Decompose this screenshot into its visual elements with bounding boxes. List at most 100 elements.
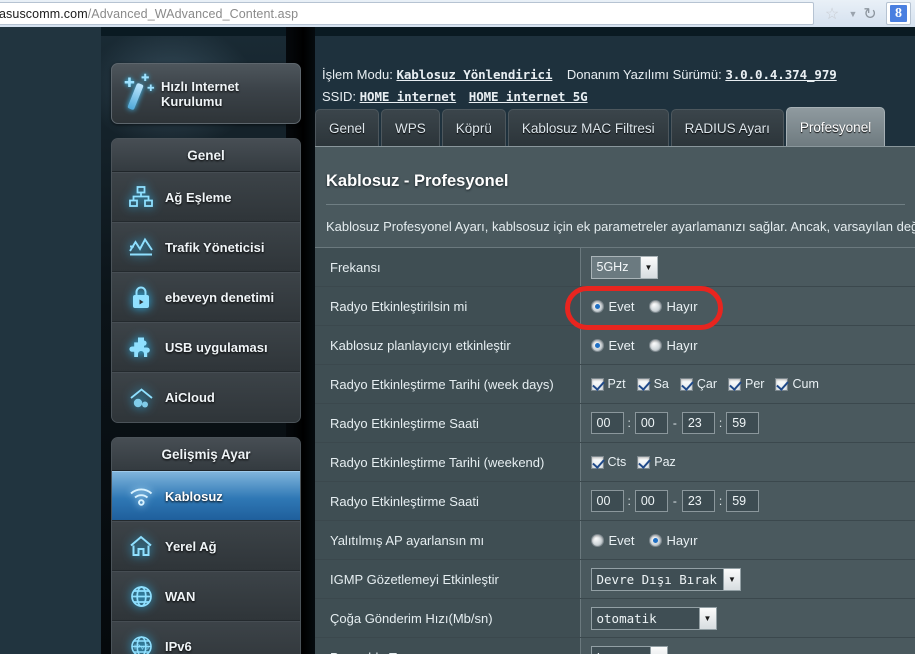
url-path: /Advanced_WAdvanced_Content.asp [87, 6, 299, 21]
tab-kopru[interactable]: Köprü [441, 109, 506, 146]
extension-icon: 8 [890, 5, 907, 22]
frequency-select[interactable]: 5GHz ▼ [590, 255, 658, 279]
weekend-start-minute-input[interactable]: 00 [634, 490, 668, 512]
browser-chrome: asuscomm.com/Advanced_WAdvanced_Content.… [0, 0, 915, 27]
radio-label: Evet [608, 298, 635, 314]
weekend-checkbox-group: Cts Paz [590, 455, 915, 469]
weekday-start-hour-input[interactable]: 00 [590, 412, 624, 434]
sidebar-item-wireless[interactable]: Kablosuz [112, 471, 300, 521]
puzzle-icon [123, 331, 159, 363]
extension-button[interactable]: 8 [886, 2, 911, 25]
qis-line-2: Kurulumu [161, 93, 223, 109]
igmp-snooping-select[interactable]: Devre Dışı Bırak ▼ [590, 567, 741, 591]
tab-radius-ayari[interactable]: RADIUS Ayarı [670, 109, 784, 146]
radio-label: Hayır [666, 337, 698, 353]
radio-label: Evet [608, 337, 635, 353]
sidebar-item-aicloud[interactable]: AiCloud [112, 372, 300, 422]
firmware-label: Donanım Yazılımı Sürümü: [566, 67, 722, 82]
weekend-label: Cts [607, 455, 627, 469]
multicast-rate-select[interactable]: otomatik ▼ [590, 606, 717, 630]
isolated-ap-yes[interactable]: Evet [590, 533, 635, 548]
sidebar-item-traffic-manager[interactable]: Trafik Yöneticisi [112, 222, 300, 272]
router-admin-page: ✚ ✚ ✚ Hızlı Internet Kurulumu Genel Ağ E… [0, 27, 915, 654]
magic-wand-icon: ✚ ✚ ✚ [123, 73, 157, 114]
weekend-time-range: 00 : 00 - 23 : 59 [590, 490, 915, 512]
cloud-home-icon [123, 382, 159, 414]
table-row-weekday-hours: Radyo Etkinleştirme Saati 00 : 00 - 23 :… [315, 403, 915, 443]
weekday-car[interactable]: Çar [679, 377, 717, 391]
ssid-value-24g[interactable]: HOME internet [360, 89, 457, 104]
label-frequency: Frekansı [315, 247, 581, 287]
sidebar-item-usb-application[interactable]: USB uygulaması [112, 322, 300, 372]
value-weekdays: Pzt Sa Çar Per Cum [580, 364, 915, 404]
weekend-end-minute-input[interactable]: 59 [726, 490, 760, 512]
weekend-cts[interactable]: Cts [590, 455, 627, 469]
banner-strip [101, 27, 915, 36]
quick-internet-setup-label: Hızlı Internet Kurulumu [161, 79, 239, 109]
scheduler-enable-yes[interactable]: Evet [590, 337, 635, 353]
time-dash: - [672, 494, 677, 508]
time-separator: : [718, 416, 723, 430]
settings-table: Frekansı 5GHz ▼ Radyo Etkinleştirilsin m… [315, 247, 915, 654]
label-weekdays: Radyo Etkinleştirme Tarihi (week days) [315, 364, 581, 404]
bookmark-star-icon[interactable]: ☆ [822, 4, 842, 23]
weekday-end-minute-input[interactable]: 59 [726, 412, 760, 434]
weekday-sa[interactable]: Sa [636, 377, 669, 391]
label-isolated-ap: Yalıtılmış AP ayarlansın mı [315, 520, 581, 560]
tab-wps[interactable]: WPS [381, 109, 440, 146]
radio-button-icon [648, 338, 662, 352]
weekday-pzt[interactable]: Pzt [590, 377, 626, 391]
quick-internet-setup-button[interactable]: ✚ ✚ ✚ Hızlı Internet Kurulumu [111, 63, 301, 124]
weekday-end-hour-input[interactable]: 23 [681, 412, 715, 434]
weekend-end-hour-input[interactable]: 23 [681, 490, 715, 512]
value-isolated-ap: Evet Hayır [580, 520, 915, 560]
sidebar-item-network-map[interactable]: Ağ Eşleme [112, 172, 300, 222]
network-map-icon [123, 181, 159, 213]
sidebar-label: ebeveyn denetimi [165, 289, 275, 305]
ipv6-globe-icon: IPv6 [123, 631, 159, 654]
weekday-start-minute-input[interactable]: 00 [634, 412, 668, 434]
page-left-gutter [0, 27, 101, 654]
time-separator: : [627, 416, 631, 430]
reload-icon[interactable]: ↻ [860, 4, 880, 23]
label-weekend-hours: Radyo Etkinleştirme Saati [315, 481, 581, 521]
radio-label: Hayır [666, 532, 698, 548]
firmware-value[interactable]: 3.0.0.4.374_979 [725, 67, 836, 82]
sidebar-item-wan[interactable]: WAN [112, 571, 300, 621]
home-icon [123, 530, 159, 562]
weekday-per[interactable]: Per [728, 377, 764, 391]
nav-group-general: Genel Ağ Eşleme Trafik Yöneticisi ebevey… [111, 138, 301, 423]
radio-button-icon [648, 299, 662, 313]
sidebar-label: AiCloud [165, 390, 215, 405]
sidebar-item-lan[interactable]: Yerel Ağ [112, 521, 300, 571]
sidebar-item-parental-control[interactable]: ebeveyn denetimi [112, 272, 300, 322]
table-row-weekend: Radyo Etkinleştirme Tarihi (weekend) Cts… [315, 442, 915, 482]
operation-mode-value[interactable]: Kablosuz Yönlendirici [396, 67, 552, 82]
tab-profesyonel[interactable]: Profesyonel [785, 107, 886, 146]
ssid-value-5g[interactable]: HOME internet 5G [469, 89, 588, 104]
tab-mac-filtresi[interactable]: Kablosuz MAC Filtresi [507, 109, 669, 146]
url-host: asuscomm.com [0, 6, 88, 21]
checkbox-icon [775, 377, 789, 391]
scheduler-enable-no[interactable]: Hayır [648, 337, 698, 353]
address-bar[interactable]: asuscomm.com/Advanced_WAdvanced_Content.… [0, 2, 814, 25]
sidebar-item-ipv6[interactable]: IPv6 IPv6 [112, 621, 300, 654]
weekday-cum[interactable]: Cum [775, 377, 819, 391]
weekend-start-hour-input[interactable]: 00 [590, 490, 624, 512]
label-weekday-hours: Radyo Etkinleştirme Saati [315, 403, 581, 443]
igmp-snooping-select-value: Devre Dışı Bırak [596, 571, 717, 587]
weekend-paz[interactable]: Paz [637, 455, 676, 469]
weekday-label: Pzt [607, 377, 626, 391]
radio-enable-yes[interactable]: Evet [590, 298, 635, 314]
header-line-operation: İşlem Modu: Kablosuz Yönlendirici Donanı… [322, 64, 915, 85]
isolated-ap-no[interactable]: Hayır [648, 532, 698, 548]
checkbox-icon [590, 455, 604, 469]
preamble-type-select[interactable]: Long ▼ [590, 645, 668, 654]
radio-enable-no[interactable]: Hayır [648, 299, 698, 314]
table-row-scheduler-enable: Kablosuz planlayıcıyı etkinleştir Evet H… [315, 325, 915, 365]
globe-icon [123, 580, 159, 612]
table-row-preamble-type: Preamble Type Long ▼ [315, 637, 915, 654]
label-igmp-snooping: IGMP Gözetlemeyi Etkinleştir [315, 559, 581, 599]
weekday-label: Cum [792, 377, 819, 391]
tab-genel[interactable]: Genel [315, 109, 380, 146]
